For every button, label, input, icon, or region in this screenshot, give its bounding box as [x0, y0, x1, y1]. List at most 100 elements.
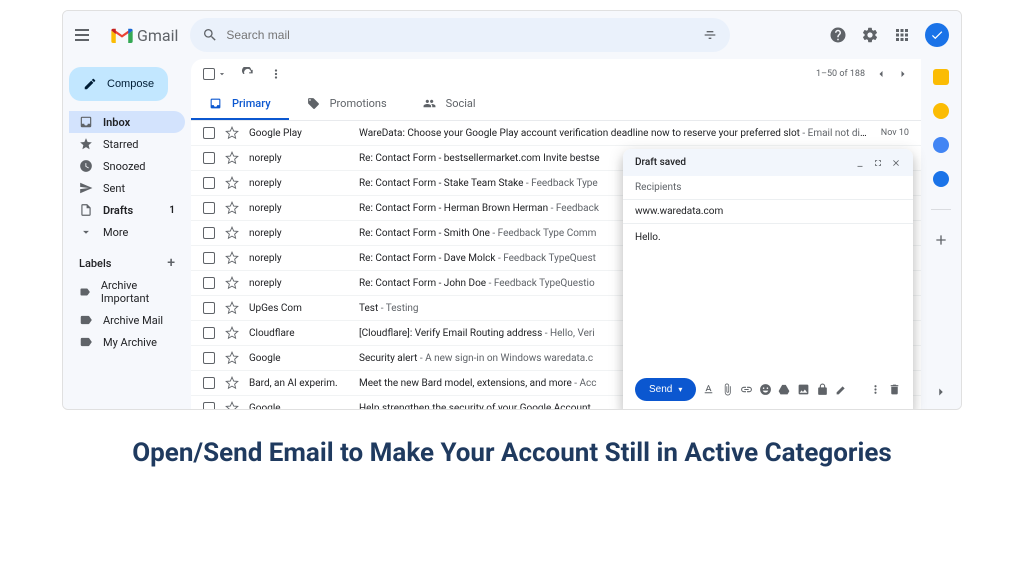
row-checkbox[interactable] [203, 277, 215, 289]
pencil-icon [83, 77, 97, 91]
format-text-icon[interactable] [702, 383, 715, 396]
logo-text: Gmail [137, 26, 178, 45]
confidential-icon[interactable] [816, 383, 829, 396]
pen-icon[interactable] [835, 383, 848, 396]
star-icon [79, 137, 93, 151]
help-icon[interactable] [829, 26, 847, 44]
sidebar-right [921, 59, 961, 409]
image-icon[interactable] [797, 383, 810, 396]
star-icon[interactable] [225, 376, 239, 390]
subject-field[interactable]: www.waredata.com [623, 200, 913, 224]
drive-icon[interactable] [778, 383, 791, 396]
nav-inbox[interactable]: Inbox [69, 111, 185, 133]
row-checkbox[interactable] [203, 377, 215, 389]
chevron-down-icon[interactable] [217, 67, 227, 81]
hamburger-menu-icon[interactable] [75, 29, 99, 41]
add-label-icon[interactable]: + [167, 255, 175, 271]
star-icon[interactable] [225, 351, 239, 365]
row-checkbox[interactable] [203, 177, 215, 189]
star-icon[interactable] [225, 276, 239, 290]
calendar-app-icon[interactable] [933, 69, 949, 85]
next-page-icon[interactable] [897, 67, 909, 81]
category-tabs: Primary Promotions Social [191, 89, 921, 121]
star-icon[interactable] [225, 251, 239, 265]
attach-icon[interactable] [721, 383, 734, 396]
account-avatar[interactable] [925, 23, 949, 47]
date: Nov 10 [881, 128, 909, 138]
add-app-icon[interactable] [933, 232, 949, 248]
nav-sent[interactable]: Sent [69, 177, 185, 199]
apps-grid-icon[interactable] [893, 26, 911, 44]
compose-title: Draft saved [635, 157, 686, 168]
fullscreen-icon[interactable] [873, 158, 883, 168]
tab-promotions[interactable]: Promotions [289, 89, 405, 120]
tab-social[interactable]: Social [405, 89, 494, 120]
label-archive-mail[interactable]: Archive Mail [69, 309, 185, 331]
star-icon[interactable] [225, 126, 239, 140]
toolbar: 1–50 of 188 [191, 59, 921, 89]
contacts-app-icon[interactable] [933, 171, 949, 187]
star-icon[interactable] [225, 201, 239, 215]
gmail-logo[interactable]: Gmail [111, 26, 178, 45]
label-icon [79, 335, 93, 349]
compose-header[interactable]: Draft saved [623, 149, 913, 176]
nav-more[interactable]: More [69, 221, 185, 243]
more-options-icon[interactable] [869, 383, 882, 396]
subject: WareData: Choose your Google Play accoun… [359, 128, 871, 139]
refresh-icon[interactable] [241, 67, 255, 81]
more-icon[interactable] [269, 67, 283, 81]
nav-drafts[interactable]: Drafts1 [69, 199, 185, 221]
trash-icon[interactable] [888, 383, 901, 396]
recipients-field[interactable]: Recipients [623, 176, 913, 200]
search-input[interactable] [226, 28, 694, 42]
minimize-icon[interactable] [855, 158, 865, 168]
label-icon [79, 285, 91, 299]
send-button[interactable]: Send▾ [635, 378, 696, 401]
nav-snoozed[interactable]: Snoozed [69, 155, 185, 177]
tab-primary[interactable]: Primary [191, 89, 289, 120]
star-icon[interactable] [225, 326, 239, 340]
collapse-panel-icon[interactable] [934, 385, 948, 399]
label-my-archive[interactable]: My Archive [69, 331, 185, 353]
settings-gear-icon[interactable] [861, 26, 879, 44]
row-checkbox[interactable] [203, 127, 215, 139]
star-icon[interactable] [225, 226, 239, 240]
keep-app-icon[interactable] [933, 103, 949, 119]
row-checkbox[interactable] [203, 152, 215, 164]
star-icon[interactable] [225, 176, 239, 190]
inbox-icon [209, 97, 222, 110]
row-checkbox[interactable] [203, 302, 215, 314]
row-checkbox[interactable] [203, 327, 215, 339]
send-icon [79, 181, 93, 195]
search-bar[interactable] [190, 18, 730, 52]
email-row[interactable]: Google Play WareData: Choose your Google… [191, 121, 921, 146]
emoji-icon[interactable] [759, 383, 772, 396]
link-icon[interactable] [740, 383, 753, 396]
star-icon[interactable] [225, 151, 239, 165]
row-checkbox[interactable] [203, 402, 215, 409]
close-icon[interactable] [891, 158, 901, 168]
select-all-checkbox[interactable] [203, 67, 227, 81]
nav-starred[interactable]: Starred [69, 133, 185, 155]
star-icon[interactable] [225, 401, 239, 409]
row-checkbox[interactable] [203, 352, 215, 364]
row-checkbox[interactable] [203, 202, 215, 214]
people-icon [423, 97, 436, 110]
tag-icon [307, 97, 320, 110]
sender: Google [249, 353, 349, 364]
body-field[interactable]: Hello. [623, 224, 913, 370]
search-options-icon[interactable] [702, 27, 718, 43]
star-icon[interactable] [225, 301, 239, 315]
prev-page-icon[interactable] [875, 67, 887, 81]
tasks-app-icon[interactable] [933, 137, 949, 153]
sender: noreply [249, 203, 349, 214]
inbox-icon [79, 115, 93, 129]
sender: Google [249, 403, 349, 410]
compose-button[interactable]: Compose [69, 67, 168, 101]
sender: noreply [249, 278, 349, 289]
row-checkbox[interactable] [203, 252, 215, 264]
compose-popup: Draft saved Recipients www.waredata.com … [623, 149, 913, 409]
label-archive-important[interactable]: Archive Important [69, 275, 185, 309]
sidebar-left: Compose Inbox Starred Snoozed Sent Draft… [63, 59, 191, 409]
row-checkbox[interactable] [203, 227, 215, 239]
